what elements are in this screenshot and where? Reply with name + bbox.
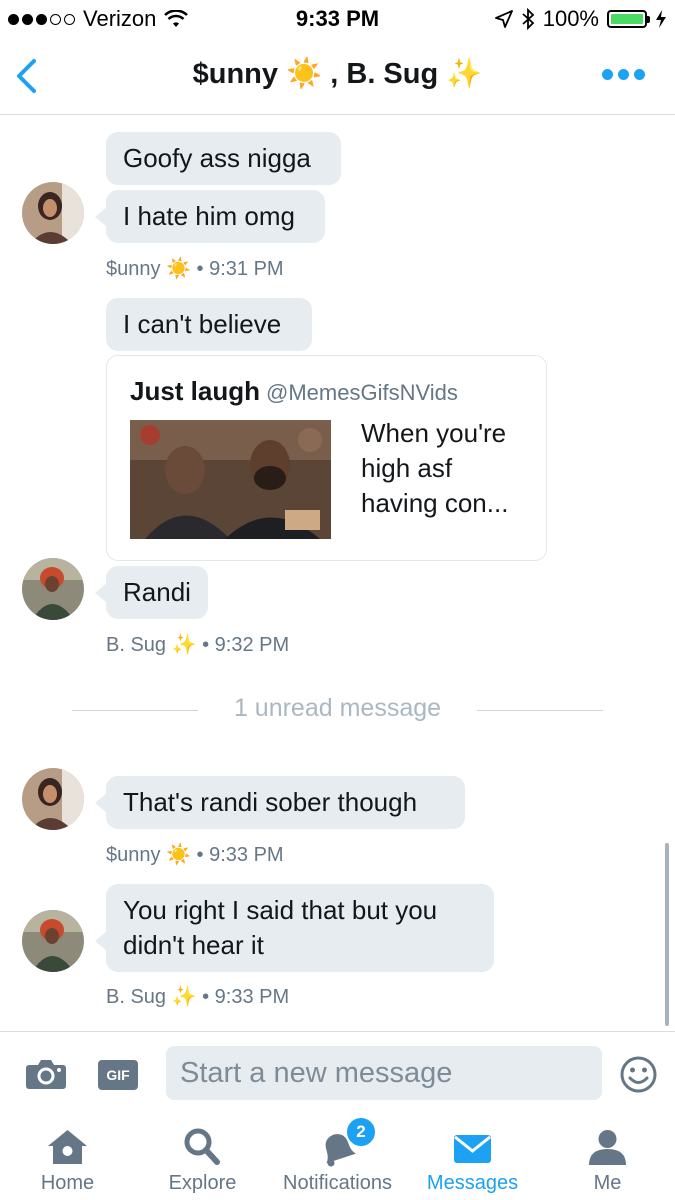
home-icon [48, 1130, 87, 1164]
conversation-title[interactable]: $unny ☀️ , B. Sug ✨ [0, 56, 675, 91]
sun-emoji: ☀️ [286, 56, 323, 90]
message-meta: B. Sug ✨ • 9:33 PM [106, 984, 289, 1009]
sparkles-emoji: ✨ [171, 984, 197, 1008]
notifications-badge: 2 [345, 1116, 377, 1148]
meta-dot: • [196, 844, 204, 866]
bell-icon [325, 1134, 356, 1167]
message-text: I can't believe [123, 309, 282, 339]
message-time: 9:33 PM [209, 844, 284, 866]
tweet-card[interactable]: Just laugh @MemesGifsNVids When you're hi… [106, 355, 547, 561]
sender-name: $unny [106, 258, 161, 280]
meta-dot: • [202, 986, 210, 1008]
conversation-header: $unny ☀️ , B. Sug ✨ [0, 38, 675, 115]
message-text: Randi [123, 577, 191, 607]
tab-me-label: Me [593, 1172, 622, 1194]
message-bubble[interactable]: You right I said that but you didn't hea… [106, 884, 494, 972]
card-text: When you're high asf having con... [361, 418, 509, 518]
battery-icon [607, 10, 650, 28]
sparkles-emoji: ✨ [446, 56, 483, 90]
avatar[interactable] [22, 558, 84, 620]
participant-name: B. Sug [346, 58, 439, 90]
envelope-icon [454, 1135, 491, 1163]
tab-home-label: Home [40, 1172, 95, 1194]
message-composer: GIF [0, 1031, 675, 1118]
card-author: Just laugh @MemesGifsNVids [130, 376, 458, 407]
tab-home[interactable]: Home [0, 1117, 135, 1200]
card-author-name: Just laugh [130, 376, 261, 406]
bluetooth-icon [522, 8, 535, 30]
location-arrow-icon [494, 10, 513, 28]
camera-icon[interactable] [25, 1058, 67, 1090]
message-time: 9:33 PM [214, 986, 290, 1008]
message-bubble[interactable]: I hate him omg [106, 190, 325, 243]
status-bar: Verizon 9:33 PM 100% [0, 0, 675, 38]
avatar[interactable] [22, 910, 84, 972]
meta-dot: • [202, 634, 210, 656]
sun-emoji: ☀️ [166, 256, 191, 280]
message-text: Goofy ass nigga [123, 143, 311, 173]
person-icon [589, 1130, 626, 1165]
message-meta: $unny ☀️ • 9:33 PM [106, 842, 284, 867]
tab-notifications[interactable]: Notifications [270, 1117, 405, 1200]
title-separator: , [330, 58, 339, 90]
sparkles-emoji: ✨ [171, 632, 197, 656]
avatar[interactable] [22, 768, 84, 830]
sender-name: B. Sug [106, 634, 167, 656]
charging-bolt-icon [656, 10, 666, 28]
scrollbar[interactable] [665, 843, 669, 1026]
tab-notifications-label: Notifications [283, 1172, 392, 1194]
tab-messages-label: Messages [426, 1172, 519, 1194]
message-text: You right I said that but you didn't hea… [123, 895, 438, 960]
message-time: 9:32 PM [214, 634, 290, 656]
sender-name: B. Sug [106, 986, 167, 1008]
search-icon [184, 1128, 220, 1165]
message-bubble[interactable]: I can't believe [106, 298, 312, 351]
message-bubble[interactable]: That's randi sober though [106, 776, 465, 829]
message-bubble[interactable]: Randi [106, 566, 208, 619]
tab-me[interactable]: Me [540, 1117, 675, 1200]
card-author-handle: @MemesGifsNVids [266, 380, 458, 405]
message-time: 9:31 PM [209, 258, 284, 280]
unread-divider: 1 unread message [72, 694, 603, 724]
emoji-smile-icon[interactable] [620, 1056, 657, 1093]
unread-label: 1 unread message [233, 694, 442, 722]
meta-dot: • [196, 258, 204, 280]
gif-button[interactable]: GIF [98, 1060, 138, 1090]
participant-name: $unny [192, 58, 279, 90]
tab-messages[interactable]: Messages [405, 1117, 540, 1200]
card-image [130, 420, 331, 539]
message-meta: $unny ☀️ • 9:31 PM [106, 256, 284, 281]
message-meta: B. Sug ✨ • 9:32 PM [106, 632, 289, 657]
message-input[interactable] [166, 1046, 602, 1100]
tab-explore[interactable]: Explore [135, 1117, 270, 1200]
sender-name: $unny [106, 844, 161, 866]
message-text: I hate him omg [123, 201, 295, 231]
message-bubble[interactable]: Goofy ass nigga [106, 132, 341, 185]
tab-explore-label: Explore [168, 1172, 237, 1194]
battery-percent: 100% [542, 6, 599, 31]
sun-emoji: ☀️ [166, 842, 191, 866]
message-text: That's randi sober though [123, 787, 418, 817]
tab-bar: Home Explore Notifications Messages Me [0, 1117, 675, 1200]
avatar[interactable] [22, 182, 84, 244]
more-options-icon[interactable] [602, 69, 645, 80]
status-right-group: 100% [494, 6, 667, 32]
